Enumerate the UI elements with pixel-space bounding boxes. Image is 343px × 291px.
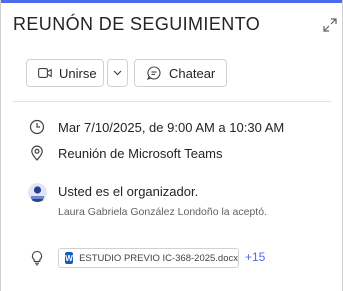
word-document-icon: W <box>65 252 74 264</box>
meeting-title: REUNÓN DE SEGUIMIENTO <box>13 14 261 34</box>
person-icon <box>30 186 45 202</box>
more-attachments-link[interactable]: +15 <box>245 250 265 264</box>
chat-button[interactable]: Chatear <box>134 59 227 87</box>
organizer-status: Usted es el organizador. <box>58 184 199 199</box>
chevron-down-icon <box>113 70 122 76</box>
attachment-chip[interactable]: W ESTUDIO PREVIO IC-368-2025.docx <box>58 248 239 268</box>
expand-icon[interactable] <box>322 17 338 33</box>
join-button-label: Unirse <box>59 65 97 81</box>
organizer-avatar <box>28 183 47 202</box>
attachment-filename: ESTUDIO PREVIO IC-368-2025.docx <box>79 252 238 264</box>
lightbulb-icon <box>31 250 43 266</box>
join-button[interactable]: Unirse <box>26 59 104 87</box>
meeting-location: Reunión de Microsoft Teams <box>58 146 223 161</box>
section-divider <box>13 101 331 102</box>
panel-left-border <box>0 0 1 291</box>
accent-top-bar <box>0 0 343 3</box>
video-camera-icon <box>38 68 52 78</box>
clock-icon <box>29 119 45 135</box>
acceptance-note: Laura Gabriela González Londoño la acept… <box>58 206 267 218</box>
meeting-datetime: Mar 7/10/2025, de 9:00 AM a 10:30 AM <box>58 120 285 135</box>
chat-bubble-icon <box>147 66 161 80</box>
join-options-dropdown[interactable] <box>107 59 128 87</box>
location-pin-icon <box>31 145 43 161</box>
chat-button-label: Chatear <box>169 65 216 81</box>
